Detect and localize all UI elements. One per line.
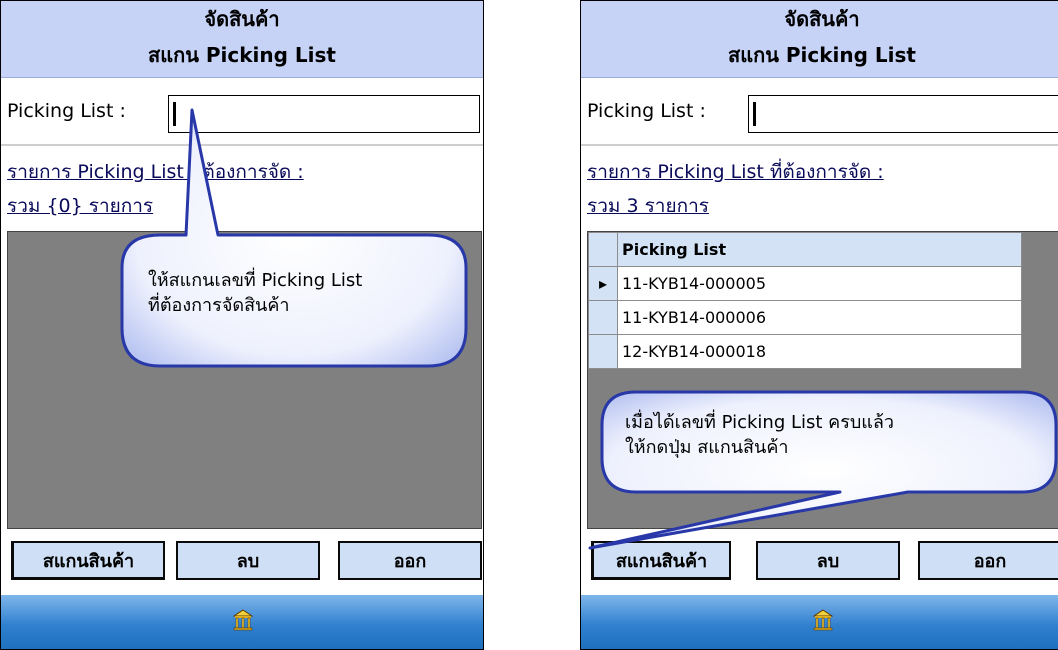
- callout-right-line-1: เมื่อได้เลขที่ Picking List ครบแล้ว: [625, 412, 895, 433]
- callout-right: [588, 390, 1058, 550]
- callout-right-text: เมื่อได้เลขที่ Picking List ครบแล้ว ให้ก…: [625, 410, 894, 460]
- callout-right-line-2: ให้กดปุ่ม สแกนสินค้า: [625, 437, 789, 459]
